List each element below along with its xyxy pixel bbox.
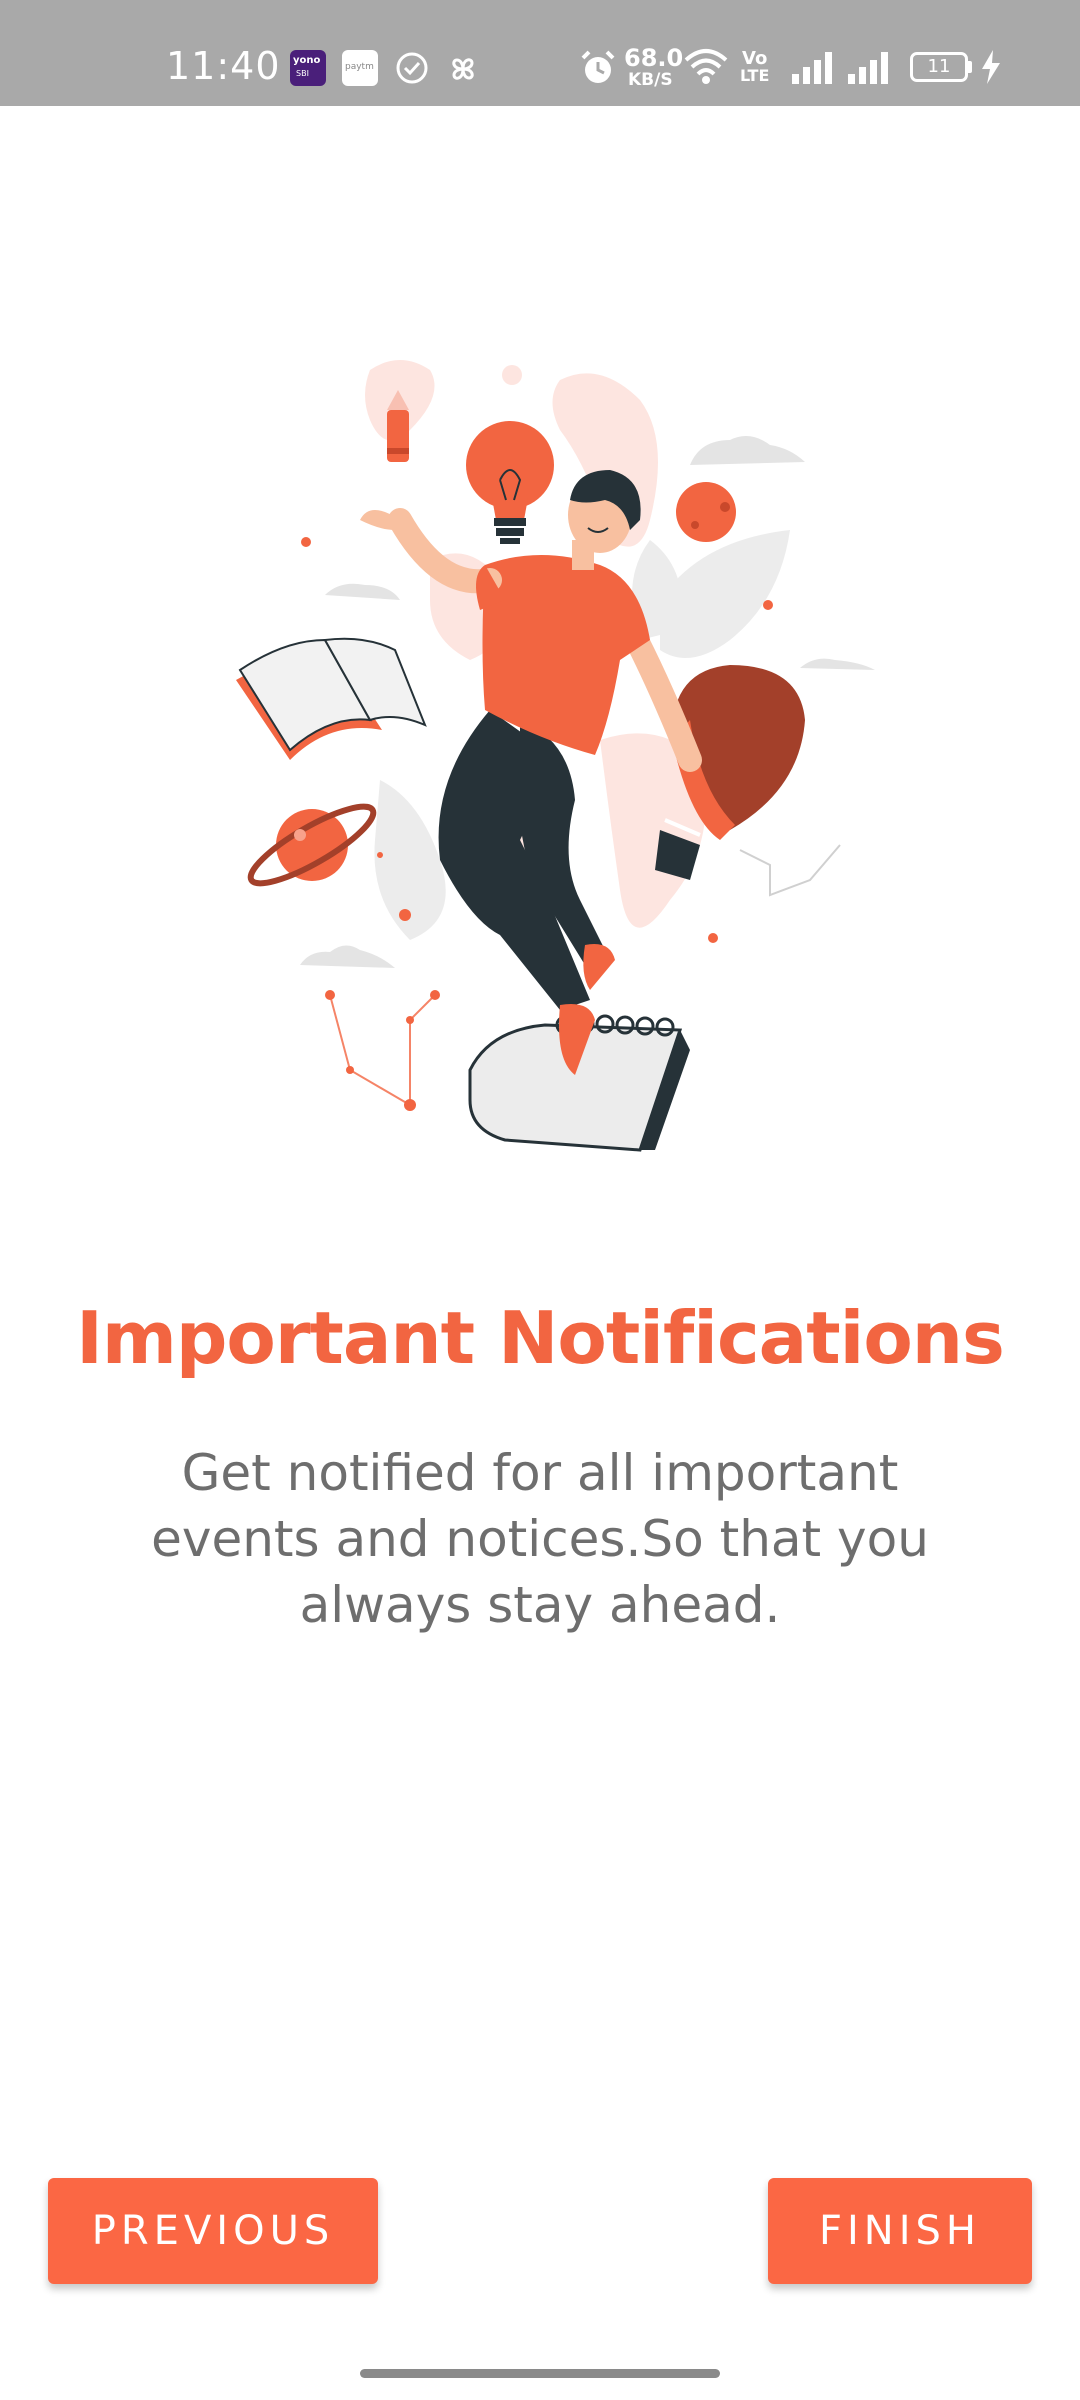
yono-sbi-app-icon: yono SBI	[290, 50, 326, 86]
status-time: 11:40	[166, 44, 281, 88]
page-description: Get notified for all important events an…	[151, 1444, 929, 1634]
status-bar: 11:40 yono SBI paytm 68.0 KB/S Vo LTE 11	[0, 0, 1080, 106]
paytm-app-icon: paytm	[342, 50, 378, 86]
signal-icon	[848, 52, 888, 84]
person-floating-with-ideas-illustration	[236, 360, 875, 1152]
battery-level: 11	[927, 56, 951, 77]
alarm-icon	[581, 50, 615, 83]
finish-button[interactable]: FINISH	[768, 2178, 1032, 2284]
page-title: Important Notifications	[76, 1296, 1005, 1380]
network-speed-unit: KB/S	[628, 70, 673, 90]
signal-icon	[792, 52, 832, 84]
network-speed-value: 68.0	[624, 44, 684, 72]
previous-button[interactable]: PREVIOUS	[48, 2178, 378, 2284]
charging-icon	[982, 50, 1000, 84]
pinwheel-icon	[452, 58, 474, 80]
battery-tip	[968, 61, 972, 73]
lte-label: LTE	[740, 66, 770, 85]
home-indicator[interactable]	[360, 2369, 720, 2378]
check-circle-icon	[396, 52, 428, 84]
battery-icon: 11	[910, 52, 968, 82]
wifi-icon	[684, 49, 728, 84]
